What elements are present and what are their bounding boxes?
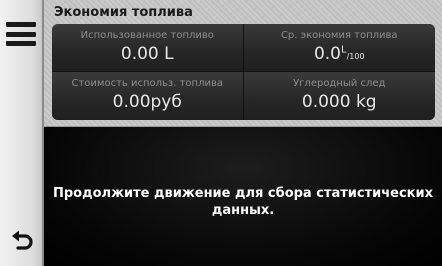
stat-value: 0.00 L [120,44,174,64]
stat-label: Использованное топливо [80,30,214,41]
stats-grid: Использованное топливо 0.00 L Ср. эконом… [52,24,435,120]
stat-fuel-used: Использованное топливо 0.00 L [52,24,244,72]
stat-value: 0.00руб [112,92,182,112]
menu-button[interactable] [6,20,36,48]
panel-title: Экономия топлива [54,5,193,20]
menu-icon-bar [6,31,36,37]
stat-label: Стоимость использ. топлива [71,78,224,89]
stat-value: 0.000 kg [301,92,377,112]
sidebar-toolbar [0,0,44,266]
fuel-economy-panel: Экономия топлива Использованное топливо … [44,0,442,127]
stat-label: Ср. экономия топлива [280,30,398,41]
status-message: Продолжите движение для сбора статистиче… [53,186,433,218]
back-button[interactable] [8,226,36,256]
back-arrow-icon [12,230,33,250]
menu-icon-bar [6,22,36,27]
stat-fuel-cost: Стоимость использ. топлива 0.00руб [52,72,244,120]
stat-avg-economy: Ср. экономия топлива 0.0L/100 [243,24,436,72]
message-area: Продолжите движение для сбора статистиче… [44,127,442,266]
menu-icon-bar [6,41,36,46]
stat-value-unit-denominator: /100 [346,52,365,61]
stat-label: Углеродный след [293,78,386,89]
stat-carbon-footprint: Углеродный след 0.000 kg [243,72,435,120]
stat-value: 0.0L/100 [244,44,436,64]
stat-value-main: 0.0 [313,44,341,64]
